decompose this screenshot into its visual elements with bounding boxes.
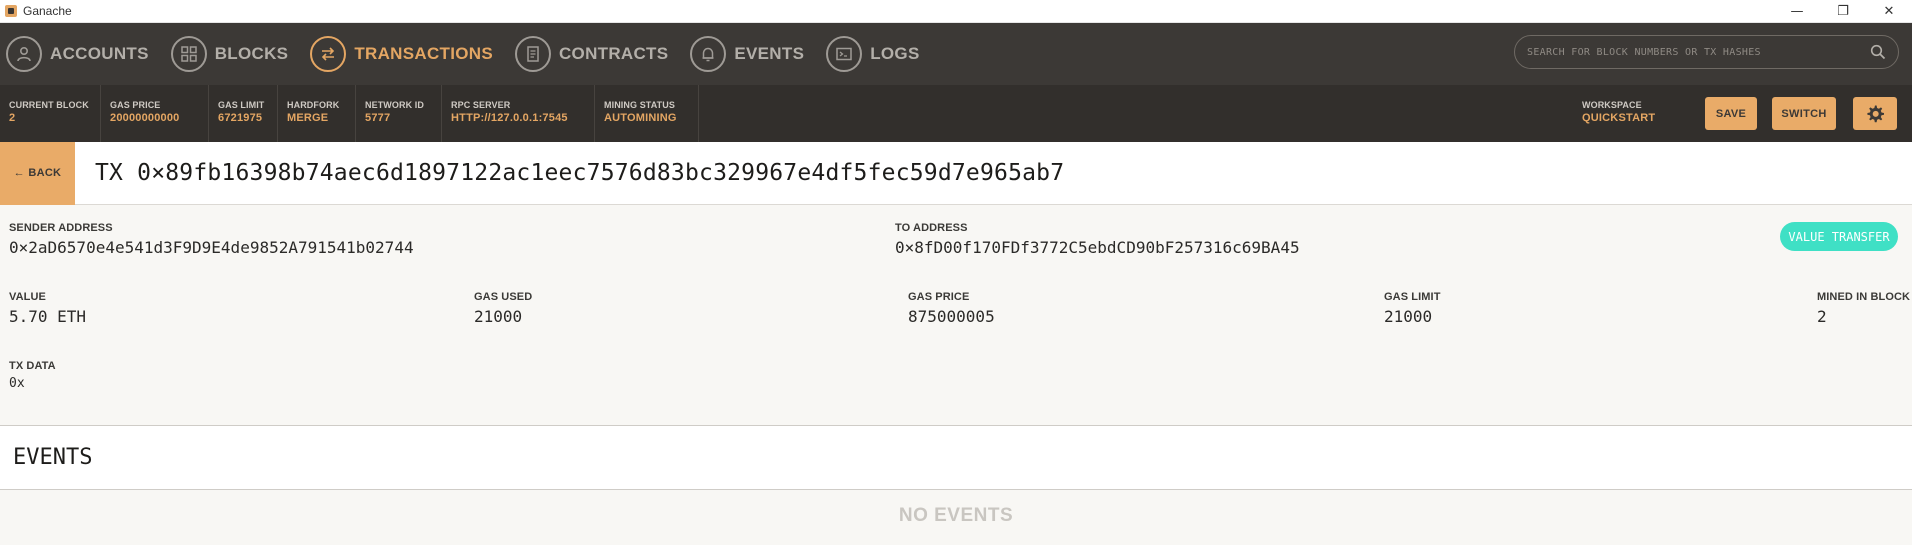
field-label: TX DATA <box>9 360 56 372</box>
restore-icon[interactable]: ❐ <box>1820 0 1866 23</box>
stat-label: GAS LIMIT <box>218 100 265 110</box>
back-button[interactable]: ← BACK <box>0 141 75 205</box>
field-label: GAS LIMIT <box>1384 291 1441 303</box>
switch-button[interactable]: SWITCH <box>1772 97 1836 130</box>
field-value: 0x <box>9 376 25 391</box>
ganache-logo-icon <box>5 5 17 17</box>
gas-limit-field: GAS LIMIT 21000 <box>1384 291 1441 326</box>
nav-item-transactions[interactable]: TRANSACTIONS <box>304 23 503 85</box>
value-field: VALUE 5.70 ETH <box>9 291 86 326</box>
search-input[interactable] <box>1527 46 1870 58</box>
field-label: TO ADDRESS <box>895 222 968 234</box>
stat-network-id: NETWORK ID 5777 <box>356 85 442 142</box>
transaction-header: ← BACK TX 0×89fb16398b74aec6d1897122ac1e… <box>0 141 1912 205</box>
stat-hardfork: HARDFORK MERGE <box>278 85 356 142</box>
stat-value: 6721975 <box>218 112 263 124</box>
nav-item-logs[interactable]: LOGS <box>820 23 929 85</box>
no-events-message: NO EVENTS <box>898 505 1014 526</box>
events-title: EVENTS <box>13 445 93 470</box>
workspace-label: WORKSPACE <box>1582 100 1642 110</box>
tx-data-field: TX DATA 0x <box>9 360 56 391</box>
nav-item-accounts[interactable]: ACCOUNTS <box>0 23 159 85</box>
main-nav: ACCOUNTS BLOCKS TRANSACTIONS CONTRACTS E… <box>0 23 1912 85</box>
field-value: 875000005 <box>908 307 995 326</box>
stat-label: MINING STATUS <box>604 100 675 110</box>
stat-label: RPC SERVER <box>451 100 511 110</box>
gas-used-field: GAS USED 21000 <box>474 291 532 326</box>
stat-rpc-server: RPC SERVER HTTP://127.0.0.1:7545 <box>442 85 595 142</box>
field-value: 21000 <box>474 307 523 326</box>
nav-label: TRANSACTIONS <box>354 44 493 63</box>
blocks-icon <box>170 36 207 72</box>
field-label: SENDER ADDRESS <box>9 222 113 234</box>
search-box <box>1514 35 1899 69</box>
minimize-icon[interactable]: — <box>1774 0 1820 23</box>
stat-label: HARDFORK <box>287 100 340 110</box>
account-icon <box>6 36 42 72</box>
terminal-icon <box>826 36 863 72</box>
workspace-name: QUICKSTART <box>1582 112 1656 124</box>
workspace-info: WORKSPACE QUICKSTART <box>1582 100 1655 124</box>
save-button[interactable]: SAVE <box>1705 97 1757 130</box>
nav-label: CONTRACTS <box>558 44 669 63</box>
transaction-hash-title: TX 0×89fb16398b74aec6d1897122ac1eec7576d… <box>95 160 1065 186</box>
stat-mining-status: MINING STATUS AUTOMINING <box>595 85 699 142</box>
nav-label: EVENTS <box>734 44 805 63</box>
nav-item-blocks[interactable]: BLOCKS <box>165 23 299 85</box>
stat-gas-price: GAS PRICE 20000000000 <box>101 85 209 142</box>
stat-value: 20000000000 <box>110 112 180 124</box>
nav-item-contracts[interactable]: CONTRACTS <box>509 23 678 85</box>
nav-label: LOGS <box>870 44 920 63</box>
gas-price-field: GAS PRICE 875000005 <box>908 291 995 326</box>
mined-in-block-field: MINED IN BLOCK 2 <box>1817 291 1910 326</box>
stat-label: CURRENT BLOCK <box>9 100 89 110</box>
nav-label: BLOCKS <box>214 44 289 63</box>
sender-address-field: SENDER ADDRESS 0×2aD6570e4e541d3F9D9E4de… <box>9 222 414 257</box>
stat-value: 2 <box>9 112 16 124</box>
field-label: MINED IN BLOCK <box>1817 291 1911 303</box>
bell-icon <box>690 36 727 72</box>
field-value: 0×2aD6570e4e541d3F9D9E4de9852A791541b027… <box>9 238 414 257</box>
transactions-icon <box>310 36 347 72</box>
field-value: 5.70 ETH <box>9 307 87 326</box>
to-address-field: TO ADDRESS 0×8fD00f170FDf3772C5ebdCD90bF… <box>895 222 1300 257</box>
stat-label: NETWORK ID <box>365 100 424 110</box>
field-label: GAS PRICE <box>908 291 970 303</box>
field-value: 2 <box>1817 307 1827 326</box>
window-controls: — ❐ ✕ <box>1774 0 1912 23</box>
nav-item-events[interactable]: EVENTS <box>684 23 814 85</box>
events-section-header: EVENTS <box>0 425 1912 490</box>
stat-value: AUTOMINING <box>604 112 677 124</box>
settings-button[interactable] <box>1853 97 1897 130</box>
window-title: Ganache <box>23 4 72 18</box>
field-label: GAS USED <box>474 291 533 303</box>
nav-label: ACCOUNTS <box>50 44 149 63</box>
stat-value: 5777 <box>365 112 391 124</box>
field-value: 21000 <box>1384 307 1433 326</box>
field-label: VALUE <box>9 291 46 303</box>
contracts-icon <box>514 36 551 72</box>
value-transfer-badge: VALUE TRANSFER <box>1780 222 1898 251</box>
gear-icon <box>1867 105 1884 122</box>
stat-value: MERGE <box>287 112 329 124</box>
stat-current-block: CURRENT BLOCK 2 <box>0 85 101 142</box>
stat-value: HTTP://127.0.0.1:7545 <box>451 112 568 124</box>
close-icon[interactable]: ✕ <box>1866 0 1912 23</box>
search-icon[interactable] <box>1870 44 1886 60</box>
stat-gas-limit: GAS LIMIT 6721975 <box>209 85 278 142</box>
window-titlebar: Ganache — ❐ ✕ <box>0 0 1912 23</box>
stat-label: GAS PRICE <box>110 100 161 110</box>
field-value: 0×8fD00f170FDf3772C5ebdCD90bF257316c69BA… <box>895 238 1300 257</box>
status-bar: CURRENT BLOCK 2 GAS PRICE 20000000000 GA… <box>0 85 1912 142</box>
